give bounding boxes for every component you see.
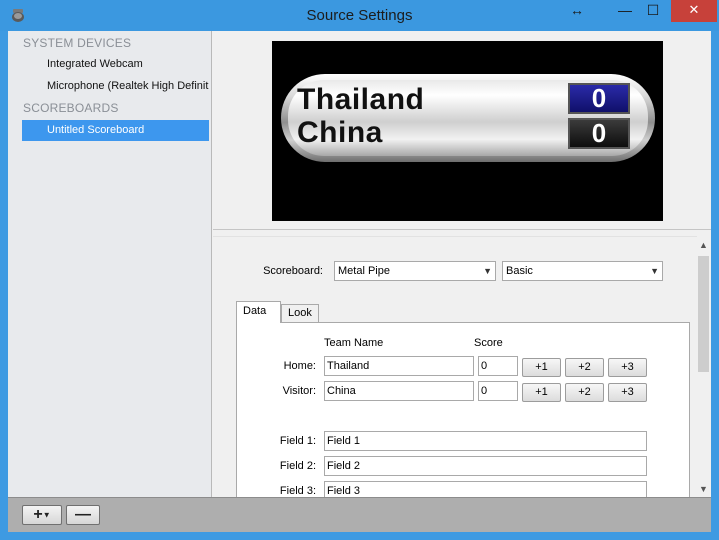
field-2-label: Field 2: bbox=[279, 460, 316, 472]
settings-scrollbar[interactable]: ▲ ▼ bbox=[696, 238, 711, 497]
sidebar-item-untitled-scoreboard[interactable]: Untitled Scoreboard bbox=[22, 120, 209, 141]
chevron-down-icon: ▼ bbox=[483, 266, 492, 276]
bottom-toolbar: +▼ — bbox=[8, 497, 711, 532]
maximize-button[interactable]: ☐ bbox=[640, 0, 666, 22]
tab-look[interactable]: Look bbox=[281, 304, 319, 323]
visitor-team-input[interactable]: China bbox=[324, 381, 474, 401]
visitor-label: Visitor: bbox=[282, 385, 316, 397]
chevron-down-icon: ▼ bbox=[42, 510, 51, 520]
settings-panel: Scoreboard: Metal Pipe ▼ Basic ▼ Look Da… bbox=[213, 232, 711, 497]
home-label: Home: bbox=[283, 360, 316, 372]
close-button[interactable]: ✕ bbox=[671, 0, 717, 22]
home-plus1-button[interactable]: +1 bbox=[522, 358, 561, 377]
visitor-plus2-button[interactable]: +2 bbox=[565, 383, 604, 402]
add-source-button[interactable]: +▼ bbox=[22, 505, 62, 525]
title-bar: Source Settings ↔ — ☐ ✕ bbox=[0, 0, 719, 31]
visitor-plus3-button[interactable]: +3 bbox=[608, 383, 647, 402]
score-column-header: Score bbox=[474, 337, 503, 349]
field-1-input[interactable]: Field 1 bbox=[324, 431, 647, 451]
preview-home-score: 0 bbox=[568, 83, 630, 114]
plus-icon: + bbox=[33, 506, 43, 523]
team-name-column-header: Team Name bbox=[324, 337, 384, 349]
preview-visitor-score: 0 bbox=[568, 118, 630, 149]
field-3-input[interactable]: Field 3 bbox=[324, 481, 647, 497]
home-plus3-button[interactable]: +3 bbox=[608, 358, 647, 377]
scoreboard-style-value: Basic bbox=[506, 265, 533, 277]
scoreboard-style-select[interactable]: Basic ▼ bbox=[502, 261, 663, 281]
home-score-input[interactable]: 0 bbox=[478, 356, 518, 376]
preview-area: Thailand China 0 0 bbox=[213, 31, 711, 230]
scroll-thumb[interactable] bbox=[698, 256, 709, 372]
scoreboard-type-value: Metal Pipe bbox=[338, 265, 390, 277]
field-2-input[interactable]: Field 2 bbox=[324, 456, 647, 476]
sources-sidebar: SYSTEM DEVICES Integrated Webcam Microph… bbox=[8, 31, 212, 497]
preview-home-team: Thailand bbox=[297, 83, 425, 116]
tab-data[interactable]: Data bbox=[236, 301, 281, 323]
home-team-input[interactable]: Thailand bbox=[324, 356, 474, 376]
scroll-down-icon[interactable]: ▼ bbox=[696, 482, 711, 497]
home-plus2-button[interactable]: +2 bbox=[565, 358, 604, 377]
divider bbox=[213, 236, 697, 237]
sidebar-item-integrated-webcam[interactable]: Integrated Webcam bbox=[22, 54, 209, 75]
section-header-system-devices: SYSTEM DEVICES bbox=[23, 36, 132, 50]
minimize-button[interactable]: — bbox=[612, 0, 638, 22]
visitor-plus1-button[interactable]: +1 bbox=[522, 383, 561, 402]
sidebar-item-microphone[interactable]: Microphone (Realtek High Definition Audi… bbox=[22, 76, 209, 97]
chevron-down-icon: ▼ bbox=[650, 266, 659, 276]
scroll-up-icon[interactable]: ▲ bbox=[696, 238, 711, 253]
scoreboard-type-select[interactable]: Metal Pipe ▼ bbox=[334, 261, 496, 281]
field-3-label: Field 3: bbox=[279, 485, 316, 497]
scoreboard-preview: Thailand China 0 0 bbox=[272, 41, 663, 221]
visitor-score-input[interactable]: 0 bbox=[478, 381, 518, 401]
field-1-label: Field 1: bbox=[279, 435, 316, 447]
preview-visitor-team: China bbox=[297, 116, 383, 149]
resize-icon[interactable]: ↔ bbox=[566, 0, 588, 22]
scoreboard-label: Scoreboard: bbox=[263, 265, 323, 277]
section-header-scoreboards: SCOREBOARDS bbox=[23, 101, 119, 115]
window-client: SYSTEM DEVICES Integrated Webcam Microph… bbox=[8, 31, 711, 532]
remove-source-button[interactable]: — bbox=[66, 505, 100, 525]
